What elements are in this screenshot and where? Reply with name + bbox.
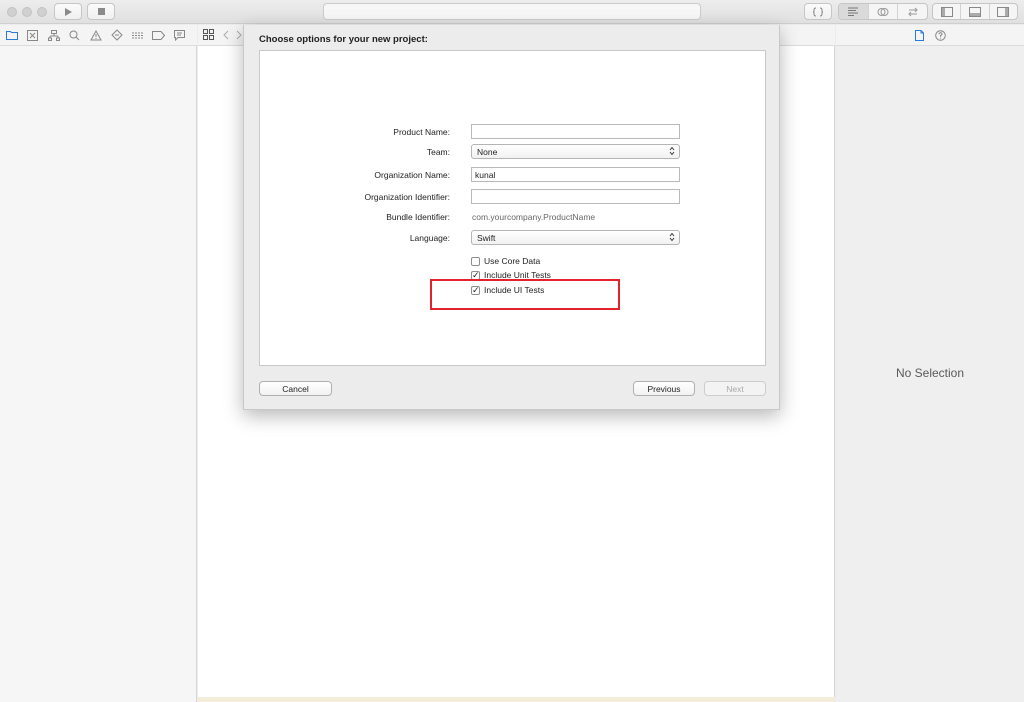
editor-standard-icon	[848, 7, 859, 16]
use-core-data-label: Use Core Data	[484, 256, 541, 266]
up-down-arrows-icon	[669, 232, 675, 242]
report-icon	[174, 29, 185, 41]
source-control-navigator-tab[interactable]	[25, 28, 40, 43]
run-button[interactable]	[54, 3, 82, 20]
quick-help-icon	[935, 30, 946, 41]
chevron-left-icon	[223, 30, 229, 40]
organization-name-field[interactable]	[471, 167, 680, 182]
grid-icon	[203, 29, 214, 40]
breakpoint-navigator-tab[interactable]	[151, 28, 166, 43]
symbol-icon	[47, 29, 60, 41]
utilities-toggle-icon	[997, 6, 1010, 17]
no-selection-label: No Selection	[895, 366, 965, 380]
code-snippet-icon	[812, 7, 824, 16]
cancel-button[interactable]: Cancel	[259, 381, 332, 396]
file-inspector-tab[interactable]	[915, 30, 924, 43]
utilities-toggle-button[interactable]	[990, 4, 1017, 19]
checkmark-icon: ✓	[472, 269, 480, 280]
bundle-identifier-label: Bundle Identifier:	[386, 212, 450, 222]
editor-mode-control[interactable]	[838, 3, 928, 20]
source-control-icon	[27, 29, 38, 41]
run-icon	[64, 7, 72, 16]
editor-standard-button[interactable]	[839, 4, 869, 19]
breakpoint-icon	[152, 30, 165, 40]
debug-area-toggle-icon	[968, 6, 981, 17]
editor-version-icon	[907, 7, 918, 16]
related-items-button[interactable]	[203, 29, 214, 42]
minimize-window-button[interactable]	[22, 7, 32, 17]
organization-identifier-label: Organization Identifier:	[364, 192, 450, 202]
debug-area-toggle-button[interactable]	[961, 4, 990, 19]
project-navigator-tab[interactable]	[4, 28, 19, 43]
editor-assistant-icon	[877, 7, 889, 16]
debug-icon	[132, 32, 143, 38]
file-inspector-icon	[915, 30, 924, 41]
previous-button[interactable]: Previous	[633, 381, 695, 396]
organization-name-label: Organization Name:	[374, 170, 450, 180]
view-toggle-control[interactable]	[932, 3, 1018, 20]
annotation-highlight-box	[430, 279, 620, 310]
navigator-selector-bar	[0, 25, 197, 46]
product-name-field[interactable]	[471, 124, 680, 139]
product-name-label: Product Name:	[393, 127, 450, 137]
quick-help-tab[interactable]	[935, 30, 946, 43]
editor-bottom-strip	[198, 697, 835, 702]
up-down-arrows-icon	[669, 146, 675, 156]
find-navigator-tab[interactable]	[67, 28, 82, 43]
organization-identifier-field[interactable]	[471, 189, 680, 204]
chevron-right-icon	[236, 30, 242, 40]
language-label: Language:	[409, 233, 450, 243]
navigator-area	[0, 46, 197, 702]
language-popup-value: Swift	[477, 233, 496, 243]
next-button[interactable]: Next	[704, 381, 766, 396]
close-window-button[interactable]	[7, 7, 17, 17]
sheet-title: Choose options for your new project:	[259, 34, 428, 45]
test-icon	[110, 29, 123, 41]
team-label: Team:	[426, 147, 450, 157]
find-icon	[69, 30, 80, 40]
issue-icon	[89, 29, 102, 40]
stop-icon	[97, 8, 105, 15]
activity-viewer	[323, 3, 701, 20]
zoom-window-button[interactable]	[37, 7, 47, 17]
window-toolbar	[0, 0, 1024, 24]
editor-version-button[interactable]	[898, 4, 927, 19]
inspector-selector-bar	[836, 25, 1024, 46]
symbol-navigator-tab[interactable]	[46, 28, 61, 43]
editor-assistant-button[interactable]	[869, 4, 899, 19]
new-project-options-sheet: Choose options for your new project: Pro…	[243, 25, 780, 410]
language-popup[interactable]: Swift	[471, 230, 680, 245]
options-panel: Product Name: Team: None Organization Na…	[259, 50, 766, 366]
bundle-identifier-value: com.yourcompany.ProductName	[472, 212, 596, 222]
code-snippet-button[interactable]	[804, 3, 832, 20]
checkbox-box[interactable]	[471, 256, 480, 266]
go-forward-button[interactable]	[236, 30, 242, 42]
navigator-toggle-icon	[940, 6, 953, 17]
team-popup[interactable]: None	[471, 144, 680, 159]
test-navigator-tab[interactable]	[109, 28, 124, 43]
team-popup-value: None	[477, 147, 498, 157]
navigator-toggle-button[interactable]	[933, 4, 962, 19]
use-core-data-checkbox[interactable]: Use Core Data	[471, 256, 540, 266]
debug-navigator-tab[interactable]	[130, 28, 145, 43]
stop-button[interactable]	[87, 3, 115, 20]
report-navigator-tab[interactable]	[172, 28, 187, 43]
folder-icon	[5, 31, 18, 40]
go-back-button[interactable]	[223, 30, 229, 42]
issue-navigator-tab[interactable]	[88, 28, 103, 43]
